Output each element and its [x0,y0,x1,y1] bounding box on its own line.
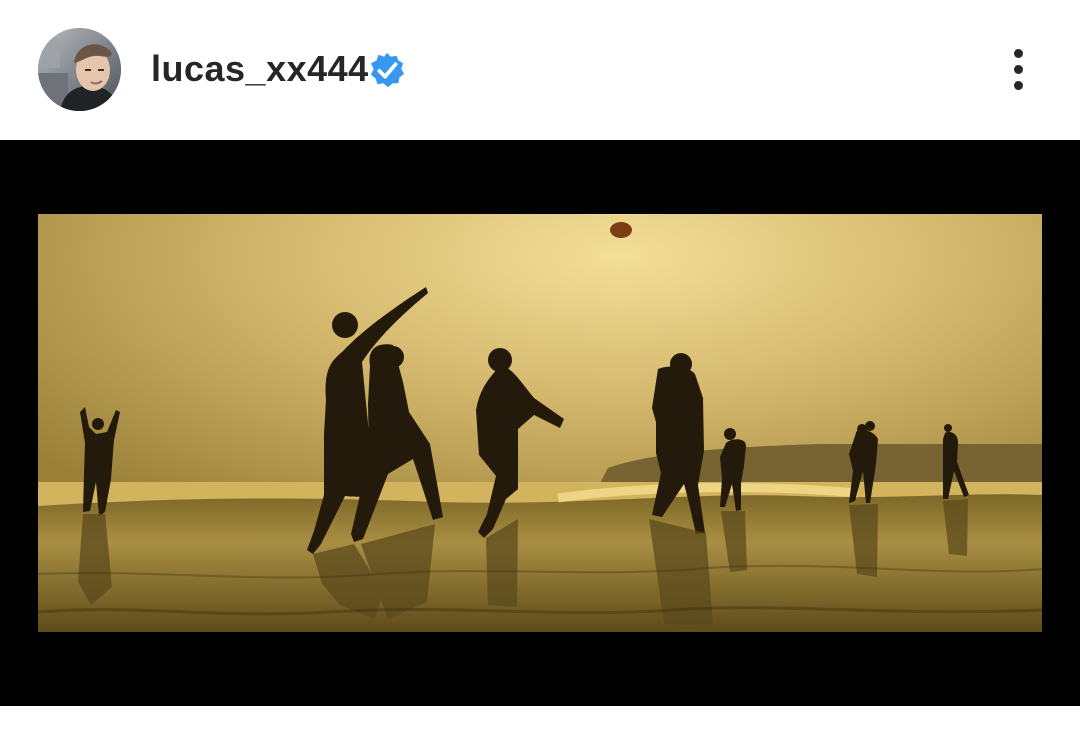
post-media [0,140,1080,706]
beach-football-photo [38,214,1042,632]
more-options-icon[interactable] [998,44,1040,96]
avatar[interactable] [38,28,121,111]
verified-badge-icon [370,52,405,88]
post-photo[interactable] [38,214,1042,632]
username-link[interactable]: lucas_xx444 [151,46,369,92]
avatar-photo [38,28,121,111]
post-header: lucas_xx444 [0,0,1080,140]
